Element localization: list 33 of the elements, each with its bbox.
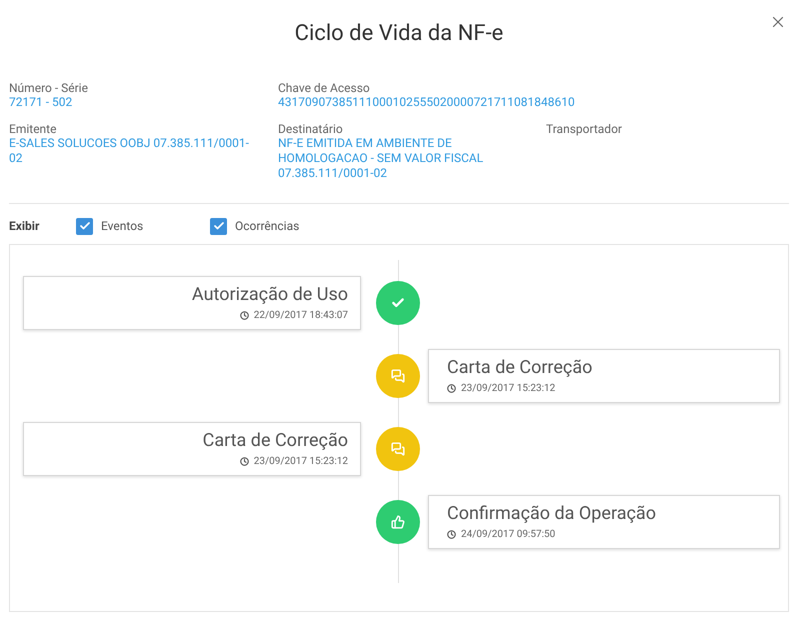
filter-label: Exibir (9, 218, 40, 235)
checkbox[interactable] (76, 218, 93, 234)
field-label: Número - Série (9, 81, 89, 95)
checkbox[interactable] (210, 218, 227, 234)
clock-icon (240, 310, 249, 320)
event-title: Autorização de Uso (192, 284, 348, 306)
dialog-title: Ciclo de Vida da NF-e (294, 20, 504, 48)
event-title: Carta de Correção (447, 356, 592, 378)
check-icon (78, 220, 90, 232)
event-time: 23/09/2017 15:23:12 (461, 382, 556, 396)
field-label: Emitente (9, 122, 58, 136)
chat-icon (391, 369, 405, 383)
clock-icon (447, 530, 456, 538)
event-title: Carta de Correção (202, 430, 348, 452)
checkbox-label: Eventos (101, 218, 144, 235)
field-value: 43170907385111000102555020000721711081848610 (278, 95, 576, 110)
check-icon (391, 296, 405, 310)
field-value: E-SALES SOLUCOES OOBJ 07.385.111/0001-02 (9, 136, 250, 166)
field-label: Chave de Acesso (278, 81, 371, 95)
field-value: 72171 - 502 (9, 95, 74, 110)
event-title: Confirmação da Operação (447, 502, 656, 524)
event-time: 22/09/2017 18:43:07 (254, 308, 348, 322)
chat-icon (391, 442, 405, 456)
clock-icon (240, 456, 249, 466)
checkbox-label: Ocorrências (235, 218, 300, 235)
field-label: Destinatário (278, 122, 344, 136)
check-icon (212, 220, 224, 232)
event-time: 24/09/2017 09:57:50 (461, 528, 556, 542)
clock-icon (447, 384, 456, 392)
field-value: NF-E EMITIDA EM AMBIENTE DE HOMOLOGACAO - SEM VALOR FISCAL 07.385.111/0001-02 (278, 136, 484, 181)
event-time: 23/09/2017 15:23:12 (254, 454, 348, 468)
thumbs-up-icon (391, 515, 405, 529)
field-label: Transportador (546, 122, 623, 136)
